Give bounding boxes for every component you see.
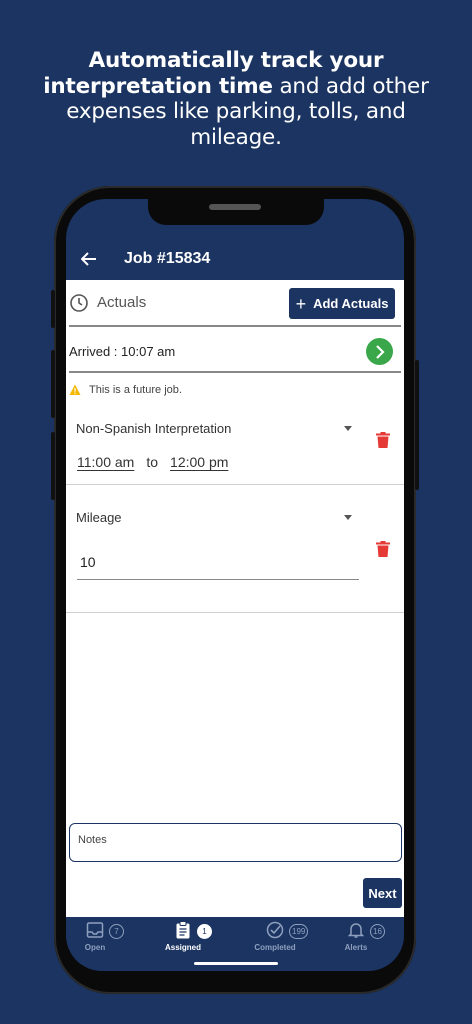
nav-badge: 199 (289, 924, 309, 939)
chevron-right-icon (375, 344, 385, 359)
actuals-label: Actuals (97, 294, 147, 311)
end-time-field[interactable]: 12:00 pm (170, 454, 228, 470)
interpretation-entry: Non-Spanish Interpretation 11:00 am to 1… (66, 405, 404, 485)
nav-completed[interactable]: 199 Completed (246, 921, 316, 957)
future-job-warning: This is a future job. (69, 380, 182, 400)
clock-icon (70, 293, 88, 312)
nav-alerts[interactable]: 16 Alerts (327, 921, 397, 957)
app-header: Job #15834 (66, 239, 404, 279)
add-actuals-label: Add Actuals (313, 296, 389, 311)
entry-type-select[interactable]: Non-Spanish Interpretation (76, 421, 231, 436)
warning-text: This is a future job. (89, 384, 182, 396)
start-time-field[interactable]: 11:00 am (77, 454, 134, 470)
home-indicator (194, 962, 278, 965)
nav-label: Open (84, 943, 106, 952)
actuals-section-header: Actuals + Add Actuals (69, 280, 401, 327)
mileage-entry: Mileage 10 (66, 485, 404, 613)
nav-badge: 16 (370, 924, 385, 939)
plus-icon: + (295, 293, 307, 314)
nav-label: Completed (254, 943, 296, 952)
phone-volume-down-button (51, 432, 55, 500)
bell-icon (347, 923, 365, 938)
nav-label: Alerts (344, 943, 368, 952)
caret-down-icon[interactable] (344, 426, 352, 431)
phone-notch (148, 199, 324, 225)
arrived-text: Arrived : 10:07 am (69, 343, 176, 359)
trash-icon[interactable] (376, 432, 390, 448)
warning-icon (69, 384, 81, 395)
nav-label: Assigned (164, 943, 201, 952)
caret-down-icon[interactable] (344, 515, 352, 520)
page-title: Job #15834 (124, 250, 211, 267)
entry-type-select[interactable]: Mileage (76, 510, 122, 525)
nav-open[interactable]: 7 Open (66, 921, 136, 957)
phone-power-button (415, 360, 419, 490)
add-actuals-button[interactable]: + Add Actuals (289, 288, 395, 319)
nav-assigned[interactable]: 1 Assigned (154, 921, 224, 957)
to-label: to (146, 454, 159, 470)
time-range: 11:00 am to 12:00 pm (77, 454, 228, 470)
phone-screen: Job #15834 Actuals + Add Actuals Arrived… (66, 199, 404, 971)
trash-icon[interactable] (376, 541, 390, 557)
check-circle-icon (266, 921, 284, 939)
clipboard-icon (176, 921, 190, 939)
nav-badge: 1 (197, 924, 212, 939)
arrow-left-icon[interactable] (78, 248, 100, 270)
inbox-icon (86, 922, 104, 938)
mileage-input[interactable]: 10 (77, 542, 359, 580)
phone-volume-up-button (51, 350, 55, 418)
arrived-row: Arrived : 10:07 am (69, 331, 401, 373)
phone-side-button (51, 290, 55, 328)
notes-field[interactable]: Notes (69, 823, 402, 862)
next-button[interactable]: Next (363, 878, 402, 908)
go-button[interactable] (366, 338, 393, 365)
main-content: Actuals + Add Actuals Arrived : 10:07 am… (66, 280, 404, 917)
promo-headline: Automatically track your interpretation … (20, 48, 452, 150)
nav-badge: 7 (109, 924, 124, 939)
speaker-grille (209, 204, 261, 210)
